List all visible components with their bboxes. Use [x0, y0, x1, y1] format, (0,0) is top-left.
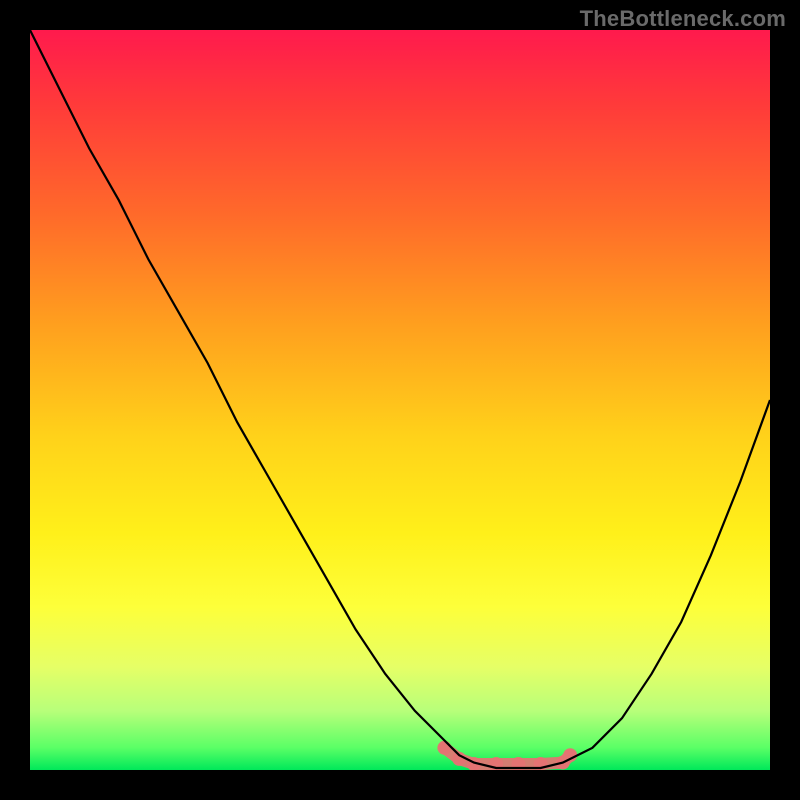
chart-frame: TheBottleneck.com	[0, 0, 800, 800]
plot-area	[30, 30, 770, 770]
curve-line	[30, 30, 770, 768]
chart-svg	[30, 30, 770, 770]
highlight-point	[437, 741, 451, 755]
watermark-text: TheBottleneck.com	[580, 6, 786, 32]
